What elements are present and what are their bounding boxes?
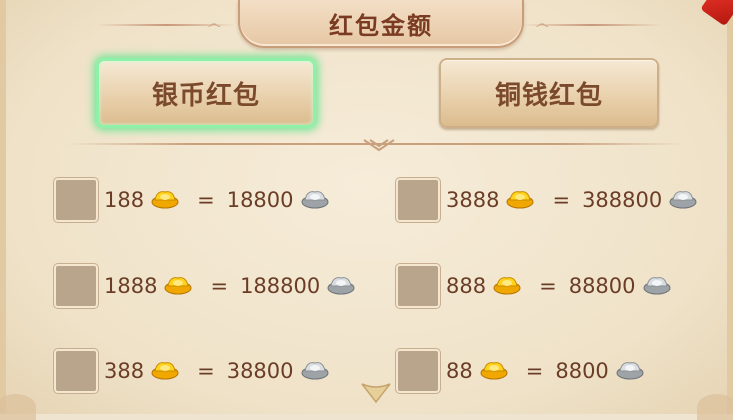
- page-title: 红包金额: [329, 11, 433, 40]
- silver-amount: 38800: [226, 359, 294, 383]
- gold-ingot-icon: [506, 187, 534, 214]
- option-checkbox[interactable]: [396, 264, 440, 308]
- corner-ornament-left: [0, 394, 36, 420]
- reward-panel: ෴ ෴ 红包金额 银币红包 铜钱红包 188 = 18800 3888 = 388800 1…: [0, 0, 733, 420]
- gold-amount: 888: [446, 274, 487, 298]
- silver-ingot-icon: [669, 187, 697, 214]
- option-checkbox[interactable]: [396, 349, 440, 393]
- equals-sign: =: [525, 359, 544, 383]
- equals-sign: =: [210, 274, 229, 298]
- silver-amount: 188800: [240, 274, 321, 298]
- gold-amount: 3888: [446, 188, 500, 212]
- gold-amount: 388: [104, 359, 145, 383]
- gold-ingot-icon: [493, 273, 521, 300]
- tab-silver-coin-packet[interactable]: 银币红包: [96, 58, 316, 128]
- amount-option-row[interactable]: 1888 = 188800: [54, 262, 361, 310]
- silver-amount: 388800: [582, 188, 663, 212]
- silver-ingot-icon: [301, 187, 329, 214]
- knot-ornament-icon: [363, 139, 395, 152]
- amount-option-row[interactable]: 88 = 8800: [396, 347, 650, 395]
- amount-option-row[interactable]: 888 = 88800: [396, 262, 677, 310]
- tab-copper-coin-packet[interactable]: 铜钱红包: [439, 58, 659, 128]
- gold-ingot-icon: [151, 358, 179, 385]
- gold-amount: 188: [104, 188, 145, 212]
- silver-amount: 8800: [555, 359, 609, 383]
- gold-amount: 1888: [104, 274, 158, 298]
- equals-sign: =: [197, 188, 215, 212]
- equals-sign: =: [552, 188, 571, 212]
- gold-ingot-icon: [480, 358, 508, 385]
- silver-ingot-icon: [327, 273, 355, 300]
- title-plate: 红包金额: [238, 0, 524, 48]
- amount-option-row[interactable]: 388 = 38800: [54, 347, 335, 395]
- equals-sign: =: [197, 359, 215, 383]
- silver-amount: 18800: [226, 188, 294, 212]
- gold-ingot-icon: [164, 273, 192, 300]
- amount-option-row[interactable]: 3888 = 388800: [396, 176, 703, 224]
- option-checkbox[interactable]: [54, 178, 98, 222]
- option-checkbox[interactable]: [396, 178, 440, 222]
- silver-ingot-icon: [616, 358, 644, 385]
- corner-ornament-right: [697, 394, 733, 420]
- gold-amount: 88: [446, 359, 473, 383]
- scroll-ornament-right-icon: ෴: [535, 16, 549, 32]
- gold-ingot-icon: [151, 187, 179, 214]
- red-ribbon-close-icon[interactable]: [700, 0, 733, 27]
- equals-sign: =: [539, 274, 557, 298]
- option-checkbox[interactable]: [54, 349, 98, 393]
- amount-option-row[interactable]: 188 = 18800: [54, 176, 335, 224]
- scroll-down-arrow-icon[interactable]: [359, 380, 393, 404]
- silver-ingot-icon: [643, 273, 671, 300]
- scroll-ornament-left-icon: ෴: [207, 16, 221, 32]
- option-checkbox[interactable]: [54, 264, 98, 308]
- silver-ingot-icon: [301, 358, 329, 385]
- silver-amount: 88800: [568, 274, 636, 298]
